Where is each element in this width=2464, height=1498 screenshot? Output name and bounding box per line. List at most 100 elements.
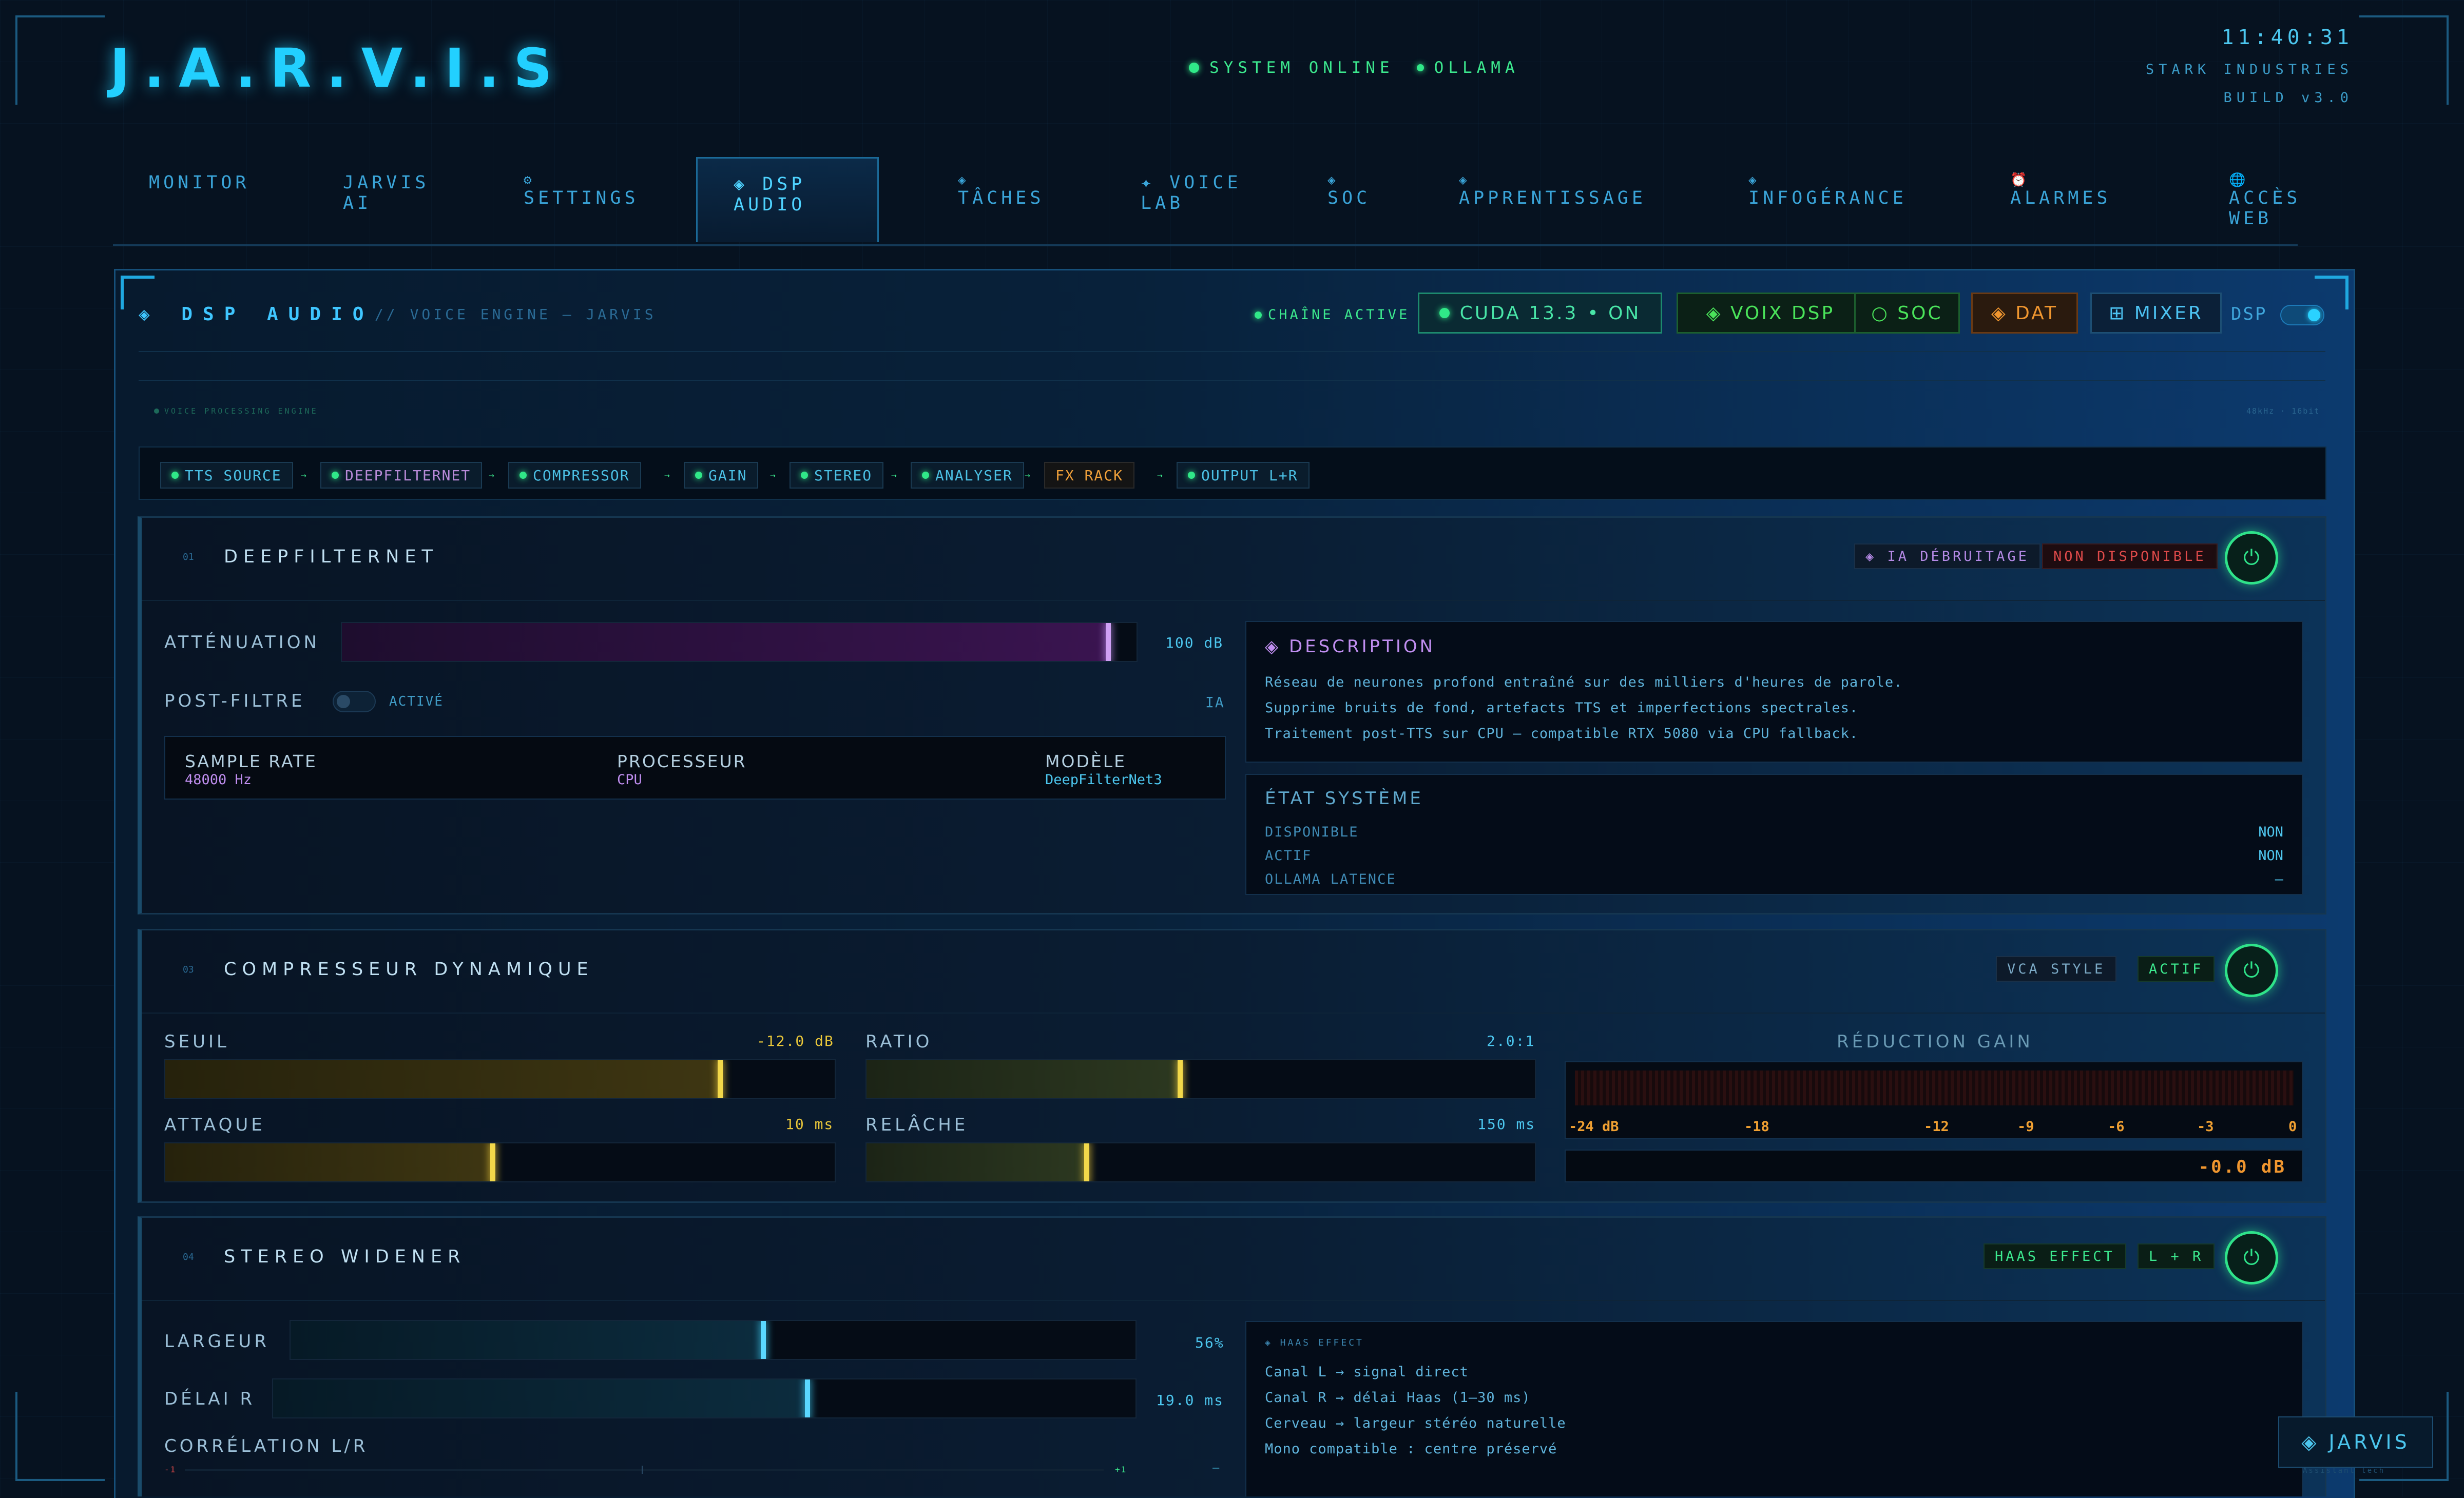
frame-corner [2359, 15, 2449, 105]
system-state-title: ÉTAT SYSTÈME [1265, 788, 1423, 809]
diamond-icon: ◈ [1748, 172, 1760, 188]
slider-thumb[interactable] [760, 1321, 766, 1359]
width-slider[interactable] [290, 1320, 1137, 1360]
postfilter-label: POST-FILTRE [164, 691, 305, 711]
chain-status-label: CHAÎNE ACTIVE [1268, 307, 1410, 323]
tab-label: WEB [2229, 208, 2273, 229]
haas-line: Canal L → signal direct [1265, 1364, 1469, 1380]
power-button[interactable]: ⏻ [2225, 531, 2278, 585]
slider-thumb[interactable] [718, 1060, 723, 1098]
tab-label: VOICE [1169, 172, 1242, 193]
gain-reduction-meter: -24 dB -18 -12 -9 -6 -3 0 [1565, 1061, 2303, 1139]
chain-node-gain[interactable]: GAIN [684, 462, 759, 489]
haas-line: Canal R → délai Haas (1–30 ms) [1265, 1390, 1531, 1406]
section-header: 04 STEREO WIDENER HAAS EFFECT L + R ⏻ [142, 1218, 2325, 1301]
chain-node-analyser[interactable]: ANALYSER [911, 462, 1024, 489]
processor-value: CPU [617, 772, 642, 788]
state-latency-label: OLLAMA LATENCE [1265, 871, 1396, 887]
cuda-button[interactable]: CUDA 13.3 • ON [1418, 293, 1662, 334]
postfilter-toggle[interactable] [333, 691, 376, 712]
cuda-dot-icon [1439, 308, 1450, 318]
gain-reduction-title: RÉDUCTION GAIN [1837, 1032, 2033, 1052]
slider-fill [867, 1143, 1087, 1181]
slider-thumb[interactable] [1105, 623, 1111, 661]
dsp-toggle-label: DSP [2231, 304, 2267, 324]
attack-slider[interactable] [164, 1142, 836, 1182]
header-info: 11:40:31 STARK INDUSTRIES BUILD v3.0 [2146, 26, 2353, 106]
voix-dsp-button[interactable]: ◈ VOIX DSP [1677, 293, 1864, 334]
cuda-label: CUDA 13.3 [1459, 302, 1578, 324]
tab-jarvis-ai[interactable]: JARVIS AI [307, 157, 465, 242]
node-dot-icon [332, 472, 339, 479]
ratio-slider[interactable] [865, 1059, 1536, 1099]
engine-label-text: VOICE PROCESSING ENGINE [164, 406, 318, 416]
soc-button[interactable]: ○ SOC [1854, 293, 1960, 334]
node-label: OUTPUT L+R [1201, 466, 1298, 484]
chain-node-fx-rack[interactable]: FX RACK [1044, 462, 1135, 489]
tab-label: JARVIS [343, 172, 430, 193]
power-button[interactable]: ⏻ [2225, 1231, 2278, 1285]
slider-fill [165, 1143, 493, 1181]
tab-label: SETTINGS [524, 188, 639, 208]
slider-thumb[interactable] [1084, 1143, 1089, 1181]
tag-non-disponible: NON DISPONIBLE [2042, 543, 2218, 569]
node-dot-icon [695, 472, 702, 479]
haas-line: Cerveau → largeur stéréo naturelle [1265, 1415, 1566, 1431]
tab-settings[interactable]: ⚙ SETTINGS [488, 157, 675, 242]
sample-rate-value: 48000 Hz [185, 772, 252, 788]
slider-thumb[interactable] [804, 1379, 810, 1417]
dat-button[interactable]: ◈ DAT [1971, 293, 2078, 334]
tab-label: AUDIO [734, 194, 806, 215]
release-slider[interactable] [865, 1142, 1536, 1182]
meter-tick: -24 dB [1569, 1119, 1619, 1135]
arrow-icon: → [770, 470, 776, 481]
tab-infogerance[interactable]: ◈ INFOGÉRANCE [1712, 157, 1943, 242]
mixer-button[interactable]: ⊞ MIXER [2090, 293, 2222, 334]
tab-dsp-audio[interactable]: ◈ DSP AUDIO [696, 157, 879, 242]
online-dot-icon [1189, 63, 1199, 73]
slider-fill [867, 1060, 1181, 1098]
tab-acces-web[interactable]: 🌐 ACCÈS WEB [2193, 157, 2337, 242]
delay-slider[interactable] [272, 1378, 1137, 1418]
meter-tick: -9 [2017, 1119, 2034, 1135]
chain-node-deepfilternet[interactable]: DEEPFILTERNET [320, 462, 483, 489]
clock: 11:40:31 [2221, 26, 2353, 49]
chain-node-stereo[interactable]: STEREO [790, 462, 884, 489]
arrow-icon: → [891, 470, 897, 481]
meter-tick: -3 [2197, 1119, 2214, 1135]
tab-monitor[interactable]: MONITOR [113, 157, 286, 242]
slider-thumb[interactable] [490, 1143, 495, 1181]
tab-label: SOC [1327, 188, 1371, 208]
haas-title: ◈ HAAS EFFECT [1265, 1337, 1364, 1348]
diamond-icon: ◈ [1327, 172, 1339, 188]
arrow-icon: → [1157, 470, 1163, 481]
engine-info: 48kHz · 16bit [2246, 406, 2320, 416]
haas-line: Mono compatible : centre préservé [1265, 1441, 1557, 1457]
node-dot-icon [922, 472, 929, 479]
dsp-toggle[interactable] [2280, 305, 2324, 325]
tab-label: INFOGÉRANCE [1748, 188, 1907, 208]
tab-apprentissage[interactable]: ◈ APPRENTISSAGE [1423, 157, 1682, 242]
attenuation-slider[interactable] [341, 622, 1138, 662]
chain-status: CHAÎNE ACTIVE [1255, 307, 1410, 323]
arrow-icon: → [489, 470, 494, 481]
threshold-slider[interactable] [164, 1059, 836, 1099]
meter-tick: -18 [1744, 1119, 1769, 1135]
power-button[interactable]: ⏻ [2225, 944, 2278, 997]
jarvis-assistant-button[interactable]: ◈ JARVIS [2278, 1416, 2433, 1468]
section-number: 04 [183, 1252, 194, 1262]
section-header: 03 COMPRESSEUR DYNAMIQUE VCA STYLE ACTIF… [142, 930, 2325, 1014]
state-available-label: DISPONIBLE [1265, 824, 1359, 840]
chain-node-tts-source[interactable]: TTS SOURCE [160, 462, 293, 489]
width-label: LARGEUR [164, 1331, 270, 1352]
tab-alarmes[interactable]: ⏰ ALARMES [1974, 157, 2147, 242]
tab-voice-lab[interactable]: ✦ VOICE LAB [1105, 157, 1278, 242]
model-value: DeepFilterNet3 [1045, 772, 1162, 788]
slider-thumb[interactable] [1177, 1060, 1183, 1098]
attenuation-value: 100 dB [1165, 634, 1224, 651]
tab-taches[interactable]: ◈ TÂCHES [922, 157, 1080, 242]
chain-node-output[interactable]: OUTPUT L+R [1177, 462, 1310, 489]
arrow-icon: → [664, 470, 670, 481]
chain-node-compressor[interactable]: COMPRESSOR [508, 462, 641, 489]
tab-soc[interactable]: ◈ SOC [1292, 157, 1407, 242]
